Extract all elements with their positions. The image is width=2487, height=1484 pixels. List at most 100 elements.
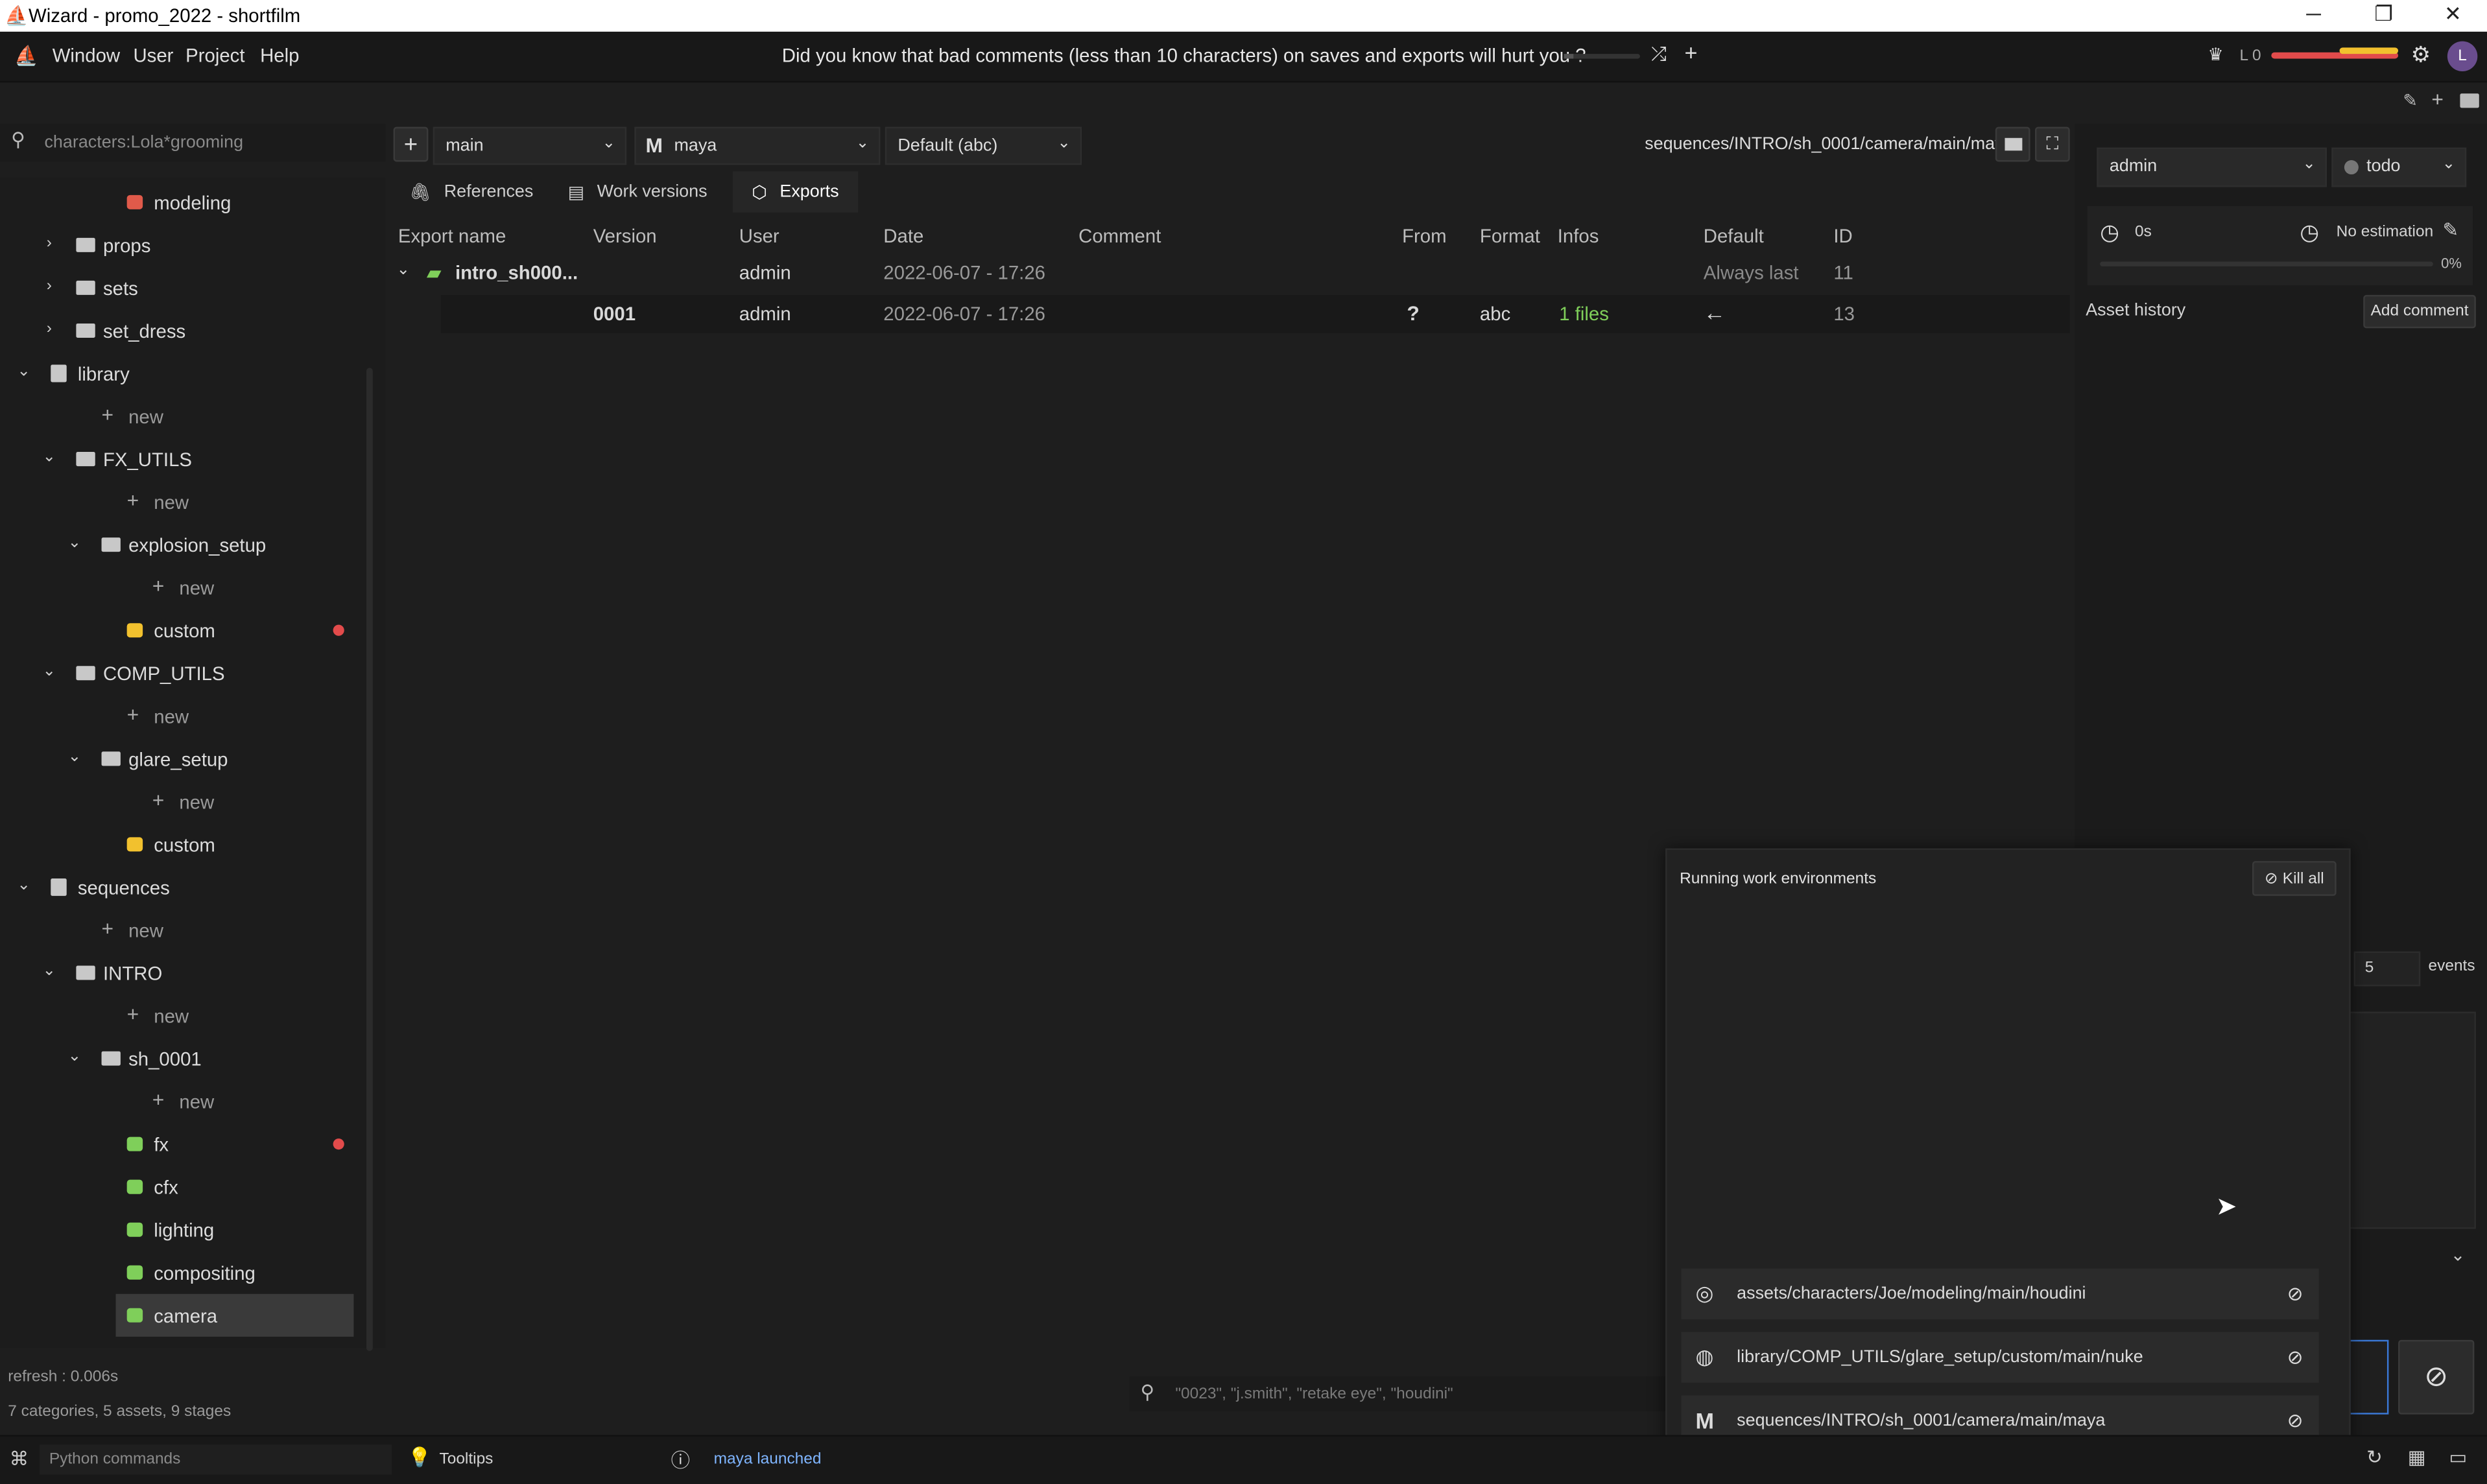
kill-env-button[interactable]: ⊘ [2287,1346,2303,1368]
tree-new-item[interactable]: + new [0,694,362,737]
tree-new-item[interactable]: + new [0,780,362,823]
menu-project[interactable]: Project [185,44,244,66]
clock-icon: ◷ [2100,218,2120,244]
kill-all-button[interactable]: ⊘ Kill all [2252,861,2337,896]
lightbulb-icon[interactable]: 💡 [408,1446,432,1468]
tree-item[interactable]: fx [0,1123,362,1166]
col-export-name[interactable]: Export name [398,225,506,247]
tree-new-item[interactable]: + new [0,1080,362,1123]
comment-input[interactable] [2349,1339,2389,1415]
tree-item[interactable]: cfx [0,1166,362,1208]
launch-button[interactable]: ⛶ [2034,126,2070,162]
chevron-down-icon[interactable]: ⌄ [67,749,82,766]
col-date[interactable]: Date [883,225,923,247]
chevron-down-icon[interactable]: ⌄ [2451,1245,2466,1265]
col-user[interactable]: User [739,225,779,247]
tree-item[interactable]: ⌄ INTRO [0,951,362,994]
tree-item[interactable]: ⌄ sh_0001 [0,1037,362,1080]
events-count-input[interactable]: 5 [2353,951,2421,987]
tree-item[interactable]: › set_dress [0,309,362,352]
tree-scrollbar[interactable] [366,368,373,1351]
chat-icon[interactable]: ▭ [2449,1446,2467,1468]
menu-help[interactable]: Help [260,44,299,66]
close-button[interactable]: ✕ [2444,1,2462,27]
minimize-button[interactable]: ─ [2306,1,2321,25]
tree-item[interactable]: custom [0,609,362,652]
table-row[interactable]: ⌄ ▰ intro_sh000... admin 2022-06-07 - 17… [392,253,2070,292]
menu-window[interactable]: Window [53,44,120,66]
dashboard-icon[interactable]: ▦ [2408,1446,2426,1468]
folder-icon[interactable] [2460,93,2479,108]
tree-item[interactable]: compositing [0,1251,362,1294]
kill-env-button[interactable]: ⊘ [2287,1409,2303,1431]
tree-item[interactable]: modeling [0,181,362,224]
col-version[interactable]: Version [593,225,657,247]
col-id[interactable]: ID [1833,225,1852,247]
chevron-down-icon[interactable]: ⌄ [67,535,82,552]
env-row[interactable]: ◎ assets/characters/Joe/modeling/main/ho… [1681,1268,2319,1319]
tree-item[interactable]: › sets [0,266,362,309]
tree-item[interactable]: ⌄ library [0,352,362,395]
col-comment[interactable]: Comment [1078,225,1161,247]
tab-work-versions[interactable]: ▤ Work versions [568,171,708,213]
tree-item[interactable]: ⌄ COMP_UTILS [0,652,362,694]
tree-item[interactable]: ⌄ explosion_setup [0,523,362,566]
chevron-down-icon[interactable]: ⌄ [42,963,57,980]
tree-item[interactable]: camera [115,1293,354,1337]
export-infos[interactable]: 1 files [1559,303,1609,325]
tree-new-item[interactable]: + new [0,566,362,609]
tab-exports[interactable]: ⬡ Exports [732,171,858,213]
set-default-icon[interactable]: ← [1704,300,1726,325]
maximize-button[interactable]: ❐ [2374,1,2393,27]
add-comment-button[interactable]: Add comment [2363,294,2476,329]
tree-item[interactable]: ⌄ FX_UTILS [0,438,362,480]
open-folder-button[interactable] [1995,126,2030,162]
chevron-right-icon[interactable]: › [42,235,57,252]
tree-new-item[interactable]: + new [0,395,362,438]
variant-select[interactable]: main ⌄ [433,126,627,165]
col-format[interactable]: Format [1480,225,1540,247]
chevron-down-icon[interactable]: ⌄ [16,878,31,894]
menu-user[interactable]: User [133,44,173,66]
table-row[interactable]: 0001 admin 2022-06-07 - 17:26 ? abc 1 fi… [440,294,2070,333]
tree-item[interactable]: custom [0,823,362,866]
tree-new-item[interactable]: + new [0,995,362,1037]
software-select[interactable]: M maya ⌄ [634,126,881,165]
settings-icon[interactable]: ⚙ [2411,41,2431,69]
chevron-right-icon[interactable]: › [42,321,57,337]
tree-item[interactable]: ⌄ glare_setup [0,737,362,780]
tooltips-toggle[interactable]: Tooltips [439,1451,493,1468]
chevron-down-icon[interactable]: ⌄ [42,449,57,466]
tree-item[interactable]: ⌄ sequences [0,866,362,908]
chevron-down-icon[interactable]: ⌄ [396,262,410,279]
chevron-right-icon[interactable]: › [42,278,57,294]
cancel-button[interactable]: ⊘ [2398,1339,2475,1415]
env-row[interactable]: ◍ library/COMP_UTILS/glare_setup/custom/… [1681,1332,2319,1383]
tree-item[interactable]: lighting [0,1208,362,1251]
add-variant-button[interactable]: + [393,126,429,162]
chevron-down-icon[interactable]: ⌄ [16,364,31,381]
edit-icon[interactable]: ✎ [2443,219,2459,241]
state-select[interactable]: todo ⌄ [2331,147,2467,187]
tab-references[interactable]: 🖇 References [409,171,533,213]
edit-icon[interactable]: ✎ [2403,90,2418,111]
tree-item[interactable]: › props [0,224,362,266]
tree-search-input[interactable]: characters:Lola*grooming [44,133,243,152]
export-type-select[interactable]: Default (abc) ⌄ [885,126,1082,165]
chevron-down-icon[interactable]: ⌄ [67,1049,82,1065]
kill-env-button[interactable]: ⊘ [2287,1283,2303,1305]
col-infos[interactable]: Infos [1558,225,1599,247]
add-tip-icon[interactable]: + [1684,40,1697,65]
history-icon[interactable]: ↻ [2366,1446,2383,1468]
version-search-input[interactable]: "0023", "j.smith", "retake eye", "houdin… [1175,1386,1453,1404]
col-from[interactable]: From [1402,225,1446,247]
assignee-select[interactable]: admin ⌄ [2097,147,2327,187]
shuffle-icon[interactable]: ⤮ [1651,43,1667,67]
col-default[interactable]: Default [1704,225,1764,247]
chevron-down-icon[interactable]: ⌄ [42,664,57,680]
tree-new-item[interactable]: + new [0,480,362,523]
python-input[interactable]: Python commands [40,1444,392,1475]
add-icon[interactable]: + [2431,88,2444,112]
avatar[interactable]: L [2447,41,2478,72]
tree-new-item[interactable]: + new [0,908,362,951]
